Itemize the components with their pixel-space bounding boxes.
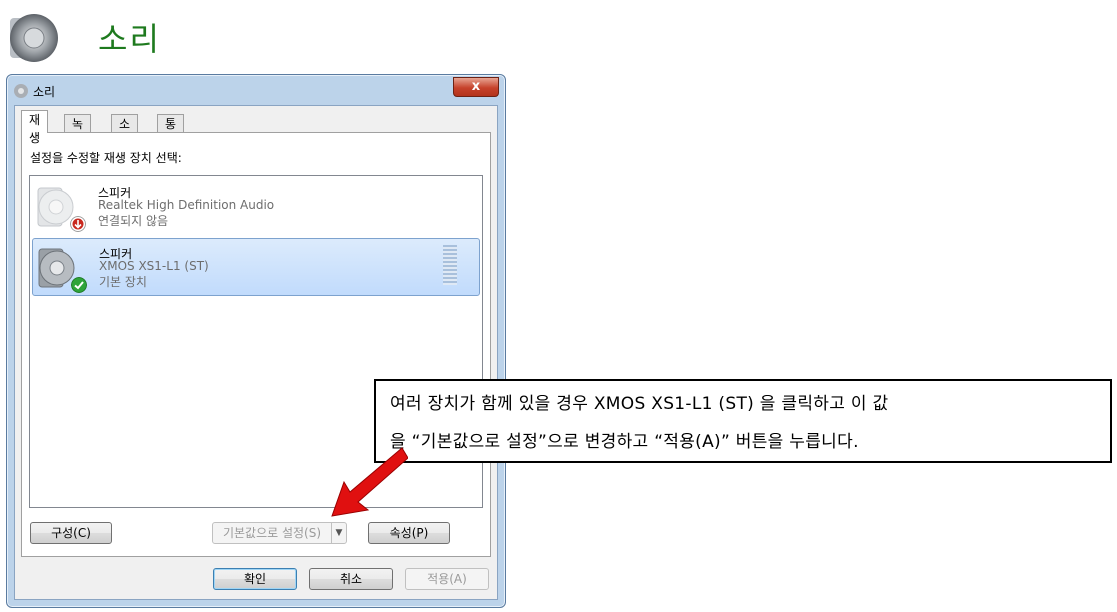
red-down-arrow-icon [70, 216, 86, 232]
properties-button[interactable]: 속성(P) [368, 522, 450, 544]
apply-button[interactable]: 적용(A) [405, 568, 489, 590]
device-driver: Realtek High Definition Audio [98, 198, 275, 212]
volume-level-meter [443, 245, 457, 285]
red-arrow-icon [331, 447, 408, 517]
speaker-small-icon [14, 84, 28, 98]
tab-playback[interactable]: 재생 [21, 110, 49, 145]
tab-sounds[interactable]: 소리 [111, 114, 139, 149]
callout-line-1: 여러 장치가 함께 있을 경우 XMOS XS1-L1 (ST) 을 클릭하고 … [390, 394, 889, 414]
green-check-icon [71, 277, 87, 293]
callout-line-2: 을 “기본값으로 설정”으로 변경하고 “적용(A)” 버튼을 누릅니다. [390, 432, 859, 452]
device-status: 기본 장치 [99, 275, 147, 289]
set-default-button[interactable]: 기본값으로 설정(S) [212, 522, 332, 544]
window-title: 소리 [33, 85, 56, 99]
tab-recording[interactable]: 녹음 [64, 114, 92, 149]
select-device-prompt: 설정을 수정할 재생 장치 선택: [30, 151, 182, 165]
speaker-icon [10, 14, 58, 62]
device-realtek[interactable]: 스피커 Realtek High Definition Audio 연결되지 않… [32, 178, 480, 234]
cancel-button[interactable]: 취소 [309, 568, 393, 590]
close-button[interactable]: x [453, 77, 499, 97]
tab-communications[interactable]: 통신 [157, 114, 185, 149]
chevron-down-icon[interactable]: ▼ [331, 522, 347, 544]
device-driver: XMOS XS1-L1 (ST) [99, 259, 209, 273]
playback-panel: 설정을 수정할 재생 장치 선택: 스피커 Realtek High Defin… [21, 132, 491, 557]
page-title: 소리 [98, 20, 161, 58]
device-xmos[interactable]: 스피커 XMOS XS1-L1 (ST) 기본 장치 [32, 238, 480, 296]
title-bar[interactable]: 소리 x [7, 75, 505, 105]
instruction-callout: 여러 장치가 함께 있을 경우 XMOS XS1-L1 (ST) 을 클릭하고 … [374, 379, 1112, 463]
ok-button[interactable]: 확인 [213, 568, 297, 590]
configure-button[interactable]: 구성(C) [30, 522, 112, 544]
dialog-client: 재생 녹음 소리 통신 설정을 수정할 재생 장치 선택: [14, 105, 498, 600]
device-status: 연결되지 않음 [98, 214, 169, 228]
sound-dialog: 소리 x 재생 녹음 소리 통신 설정을 수정할 재생 장치 선택: [6, 74, 506, 608]
